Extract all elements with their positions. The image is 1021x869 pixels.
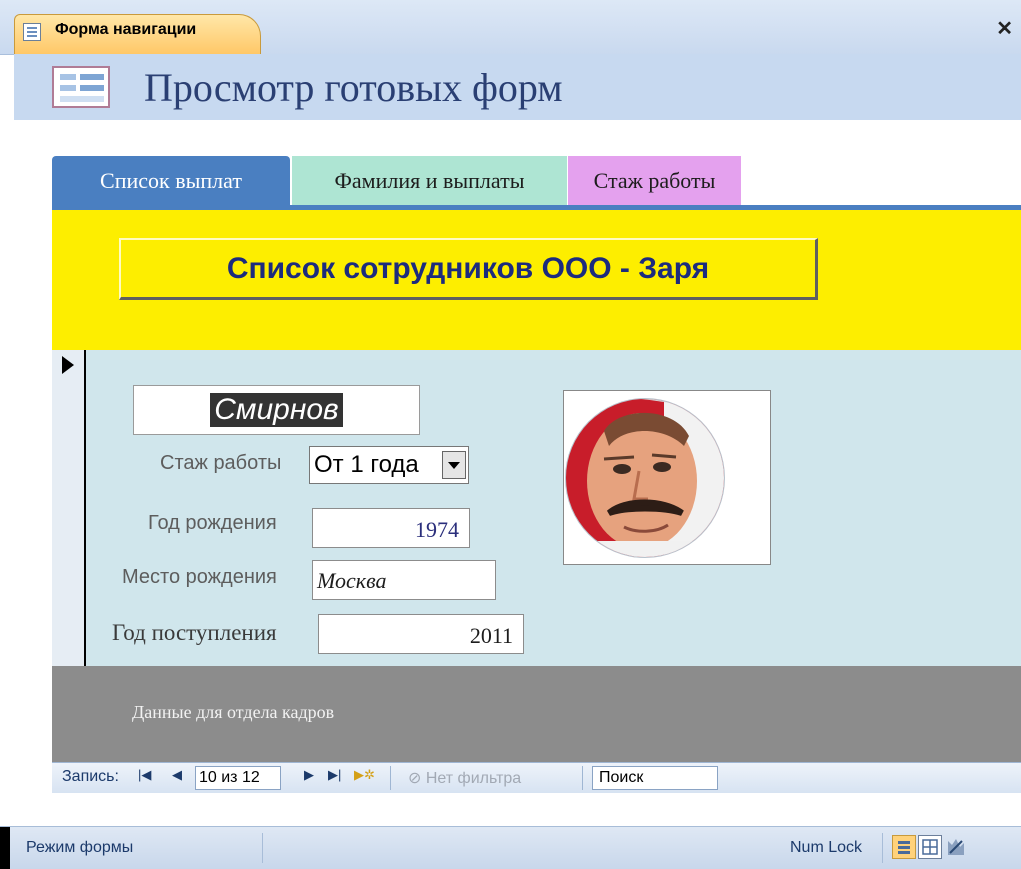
surname-value: Смирнов xyxy=(210,393,343,427)
numlock-indicator: Num Lock xyxy=(790,839,863,856)
next-record-icon[interactable]: ▶ xyxy=(304,767,314,783)
form-banner: Список сотрудников ООО - Заря xyxy=(119,238,818,300)
close-icon[interactable]: ✕ xyxy=(996,16,1013,41)
employee-photo-image xyxy=(565,398,725,558)
previous-record-icon[interactable]: ◀ xyxy=(172,767,182,783)
filter-toggle[interactable]: ⊘ Нет фильтра xyxy=(408,768,521,788)
footer-text: Данные для отдела кадров xyxy=(132,702,335,722)
page-title: Просмотр готовых форм xyxy=(144,65,563,110)
record-counter-input[interactable]: 10 из 12 xyxy=(195,766,281,790)
birth-year-label: Год рождения xyxy=(148,512,277,534)
tab-payments-list[interactable]: Список выплат xyxy=(52,156,290,206)
search-input[interactable]: Поиск xyxy=(592,766,718,790)
dropdown-arrow-icon[interactable] xyxy=(442,451,466,479)
experience-label: Стаж работы xyxy=(160,452,282,474)
separator xyxy=(882,833,883,863)
record-selector[interactable] xyxy=(52,350,86,666)
status-bar: Режим формы Num Lock xyxy=(0,826,1021,869)
separator xyxy=(390,766,391,790)
hire-year-field[interactable]: 2011 xyxy=(318,614,524,654)
separator xyxy=(262,833,263,863)
birth-place-label: Место рождения xyxy=(122,566,277,588)
hire-year-label: Год поступления xyxy=(112,620,277,645)
document-tab-title: Форма навигации xyxy=(55,21,197,38)
employee-photo[interactable] xyxy=(563,390,771,565)
hire-year-value: 2011 xyxy=(469,623,513,648)
surname-field[interactable]: Смирнов xyxy=(133,385,420,435)
tab-work-experience[interactable]: Стаж работы xyxy=(568,156,741,206)
status-edge xyxy=(0,827,10,869)
form-icon xyxy=(23,23,41,41)
document-tab-bar: Форма навигации ✕ xyxy=(0,0,1021,55)
design-view-icon[interactable] xyxy=(944,835,968,859)
form-view-icon[interactable] xyxy=(892,835,916,859)
current-record-arrow-icon xyxy=(62,356,74,374)
experience-combobox[interactable]: От 1 года xyxy=(309,446,469,484)
first-record-icon[interactable]: |◀ xyxy=(138,767,151,783)
form-header: Просмотр готовых форм xyxy=(14,54,1021,120)
birth-place-value: Москва xyxy=(317,568,387,593)
birth-place-field[interactable]: Москва xyxy=(312,560,496,600)
separator xyxy=(582,766,583,790)
filter-label: Нет фильтра xyxy=(425,770,522,787)
experience-value: От 1 года xyxy=(314,451,419,478)
record-label: Запись: xyxy=(62,768,119,785)
last-record-icon[interactable]: ▶| xyxy=(328,767,341,783)
birth-year-value: 1974 xyxy=(415,517,459,542)
new-record-icon[interactable]: ▶✲ xyxy=(354,767,375,783)
navigation-form-icon xyxy=(52,66,110,108)
birth-year-field[interactable]: 1974 xyxy=(312,508,470,548)
record-navigation-bar: Запись: |◀ ◀ 10 из 12 ▶ ▶| ▶✲ ⊘ Нет филь… xyxy=(52,762,1021,793)
status-mode: Режим формы xyxy=(26,839,134,856)
tab-names-and-payments[interactable]: Фамилия и выплаты xyxy=(292,156,567,206)
document-tab[interactable]: Форма навигации xyxy=(14,14,261,55)
layout-view-icon[interactable] xyxy=(918,835,942,859)
